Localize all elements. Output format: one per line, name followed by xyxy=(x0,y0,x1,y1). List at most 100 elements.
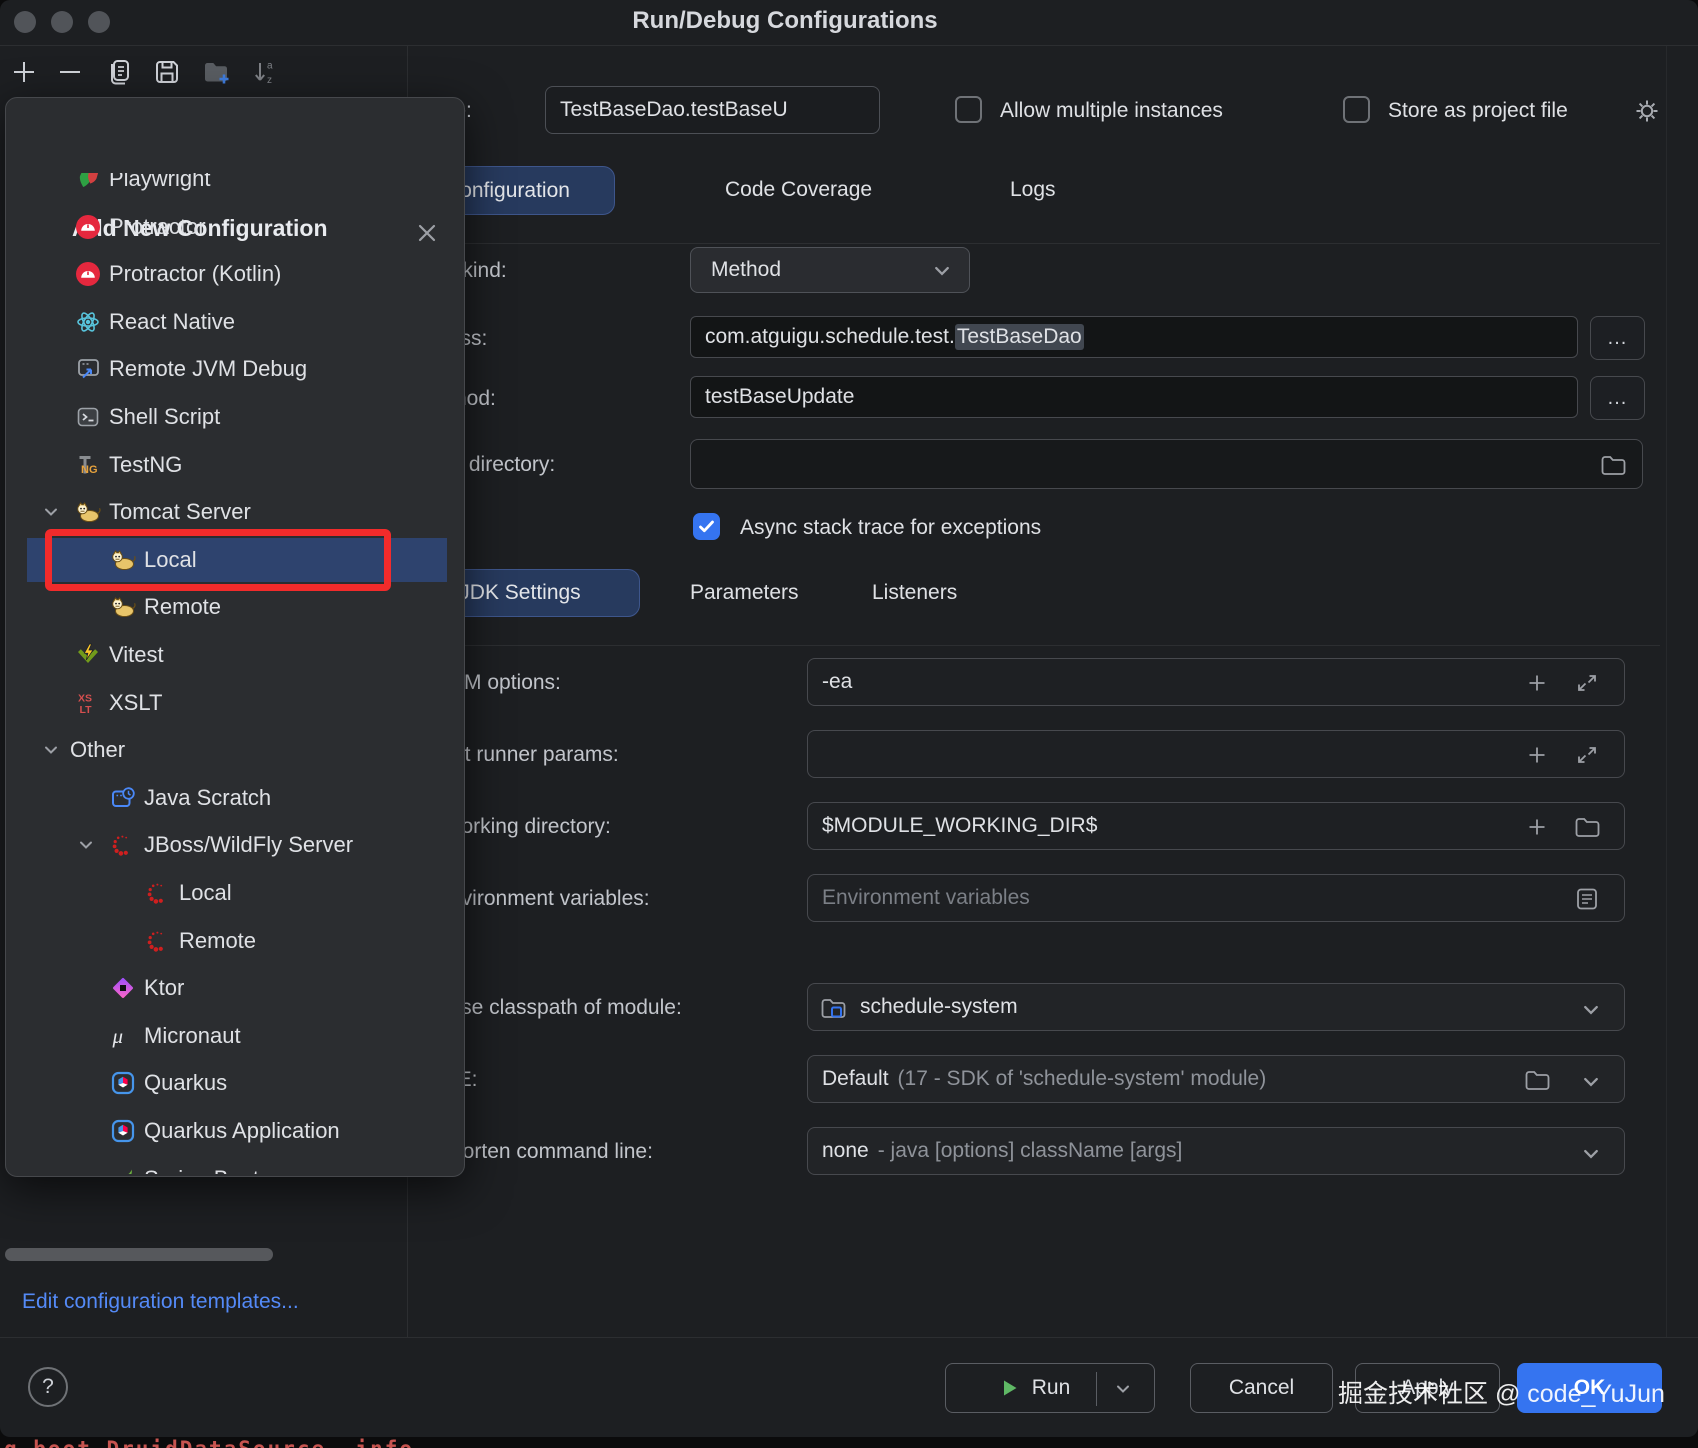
traffic-light-minimize-button[interactable] xyxy=(51,11,73,33)
tab-parameters[interactable]: Parameters xyxy=(690,581,799,605)
sidebar-item-label: Vitest xyxy=(109,642,164,667)
chevron-down-icon[interactable] xyxy=(73,832,99,858)
sidebar-item-spring-boot[interactable]: Spring Boot xyxy=(6,1157,464,1174)
sidebar-item-ktor[interactable]: Ktor xyxy=(6,966,464,1010)
testng-icon: NG xyxy=(75,452,101,478)
sidebar-item-label: Remote JVM Debug xyxy=(109,356,308,382)
working-directory-input[interactable]: $MODULE_WORKING_DIR$ xyxy=(807,802,1625,850)
list-icon[interactable] xyxy=(1572,884,1602,914)
name-input[interactable]: TestBaseDao.testBaseU xyxy=(545,86,880,134)
classpath-module-select[interactable]: schedule-system xyxy=(807,983,1625,1031)
svg-text:μ: μ xyxy=(112,1024,124,1048)
add-icon[interactable] xyxy=(1522,740,1552,770)
edit-configuration-templates-link[interactable]: Edit configuration templates... xyxy=(22,1290,299,1314)
tab-listeners[interactable]: Listeners xyxy=(872,581,957,605)
browse-class-button[interactable]: ... xyxy=(1590,316,1645,360)
sidebar-item-protractor[interactable]: Protractor xyxy=(6,205,464,249)
add-new-configuration-popup: Add New Configuration Playwright Protract… xyxy=(5,97,465,1177)
cancel-button[interactable]: Cancel xyxy=(1190,1363,1333,1413)
tab-code-coverage[interactable]: Code Coverage xyxy=(725,178,872,202)
run-button-divider xyxy=(1096,1372,1097,1406)
class-input[interactable]: com.atguigu.schedule.test. TestBaseDao xyxy=(690,316,1578,358)
shorten-command-line-select[interactable]: none - java [options] className [args] xyxy=(807,1127,1625,1175)
screen: g.boot.DruidDataSource -info Run/Debug C… xyxy=(0,0,1698,1448)
sidebar-item-local[interactable]: Local xyxy=(6,871,464,915)
sidebar-item-label: TestNG xyxy=(109,451,183,477)
sidebar-item-quarkus[interactable]: Quarkus xyxy=(6,1061,464,1105)
check-icon xyxy=(695,520,718,542)
sidebar-item-remote-jvm-debug[interactable]: Remote JVM Debug xyxy=(6,347,464,391)
sidebar-item-quarkus-application[interactable]: Quarkus Application xyxy=(6,1109,464,1153)
sidebar-item-label: Micronaut xyxy=(144,1022,241,1048)
save-configuration-icon[interactable] xyxy=(150,55,184,89)
sidebar-item-label: Quarkus Application xyxy=(144,1118,340,1143)
sidebar-item-tomcat-server[interactable]: Tomcat Server xyxy=(6,490,464,534)
chevron-down-icon xyxy=(927,256,957,286)
vm-options-input[interactable]: -ea xyxy=(807,658,1625,706)
sidebar-item-remote[interactable]: Remote xyxy=(6,585,464,629)
method-input[interactable]: testBaseUpdate xyxy=(690,376,1578,418)
spring-icon xyxy=(110,1166,136,1174)
sidebar-item-label: Ktor xyxy=(144,975,185,1001)
sidebar-item-protractor-kotlin[interactable]: Protractor (Kotlin) xyxy=(6,252,464,296)
tomcat-icon xyxy=(110,594,136,620)
svg-text:NG: NG xyxy=(81,464,98,476)
add-icon[interactable] xyxy=(1522,668,1552,698)
add-configuration-icon[interactable] xyxy=(7,55,41,89)
test-runner-params-input[interactable] xyxy=(807,730,1625,778)
environment-variables-input[interactable]: Environment variables xyxy=(807,874,1625,922)
copy-configuration-icon[interactable] xyxy=(103,55,137,89)
help-button[interactable]: ? xyxy=(28,1367,68,1407)
sidebar-item-react-native[interactable]: React Native xyxy=(6,300,464,344)
sidebar-item-playwright[interactable]: Playwright xyxy=(6,173,464,201)
horizontal-scrollbar[interactable] xyxy=(5,1248,273,1261)
sidebar-item-label: Protractor xyxy=(109,213,206,239)
expand-icon[interactable] xyxy=(1572,668,1602,698)
expand-icon[interactable] xyxy=(1572,740,1602,770)
chevron-down-icon xyxy=(1576,1067,1606,1097)
traffic-light-zoom-button[interactable] xyxy=(88,11,110,33)
folder-icon[interactable] xyxy=(1522,1065,1552,1095)
tab-logs[interactable]: Logs xyxy=(1010,178,1056,202)
remove-configuration-icon[interactable] xyxy=(53,55,87,89)
xslt-icon: XS LT xyxy=(75,690,101,716)
jboss-icon xyxy=(145,880,171,906)
sidebar-item-vitest[interactable]: Vitest xyxy=(6,633,464,677)
test-kind-select[interactable]: Method xyxy=(690,247,970,293)
sidebar-item-xslt[interactable]: XS LT XSLT xyxy=(6,681,464,725)
chevron-down-icon[interactable] xyxy=(1110,1376,1136,1402)
sidebar-item-other[interactable]: Other xyxy=(6,728,464,772)
chevron-down-icon[interactable] xyxy=(38,499,64,525)
playwright-icon xyxy=(75,173,101,192)
sort-alphabetically-icon[interactable]: az xyxy=(248,55,282,89)
micronaut-icon: μ xyxy=(110,1023,136,1049)
sidebar-item-testng[interactable]: NG TestNG xyxy=(6,443,464,487)
jre-select[interactable]: Default (17 - SDK of 'schedule-system' m… xyxy=(807,1055,1625,1103)
run-button[interactable]: Run xyxy=(945,1363,1155,1413)
protractor-icon xyxy=(75,214,101,240)
chevron-down-icon xyxy=(1576,1139,1606,1169)
new-folder-icon[interactable] xyxy=(199,55,233,89)
output-directory-input[interactable] xyxy=(690,439,1643,489)
gear-icon[interactable] xyxy=(1630,94,1664,128)
titlebar-divider xyxy=(0,45,1698,46)
sidebar-item-micronaut[interactable]: μ Micronaut xyxy=(6,1014,464,1058)
shell-icon xyxy=(75,404,101,430)
vm-options-label: VM options: xyxy=(450,671,561,694)
sidebar-item-remote[interactable]: Remote xyxy=(6,919,464,963)
allow-multiple-instances-checkbox[interactable] xyxy=(955,96,982,123)
sidebar-item-label: Protractor (Kotlin) xyxy=(109,261,282,287)
add-icon[interactable] xyxy=(1522,812,1552,842)
async-stack-trace-checkbox[interactable] xyxy=(693,513,720,540)
tomcat-icon xyxy=(75,499,101,525)
store-as-project-file-checkbox[interactable] xyxy=(1343,96,1370,123)
sidebar-item-shell-script[interactable]: Shell Script xyxy=(6,395,464,439)
chevron-down-icon[interactable] xyxy=(38,737,64,763)
sidebar-item-java-scratch[interactable]: Java Scratch xyxy=(6,776,464,820)
browse-method-button[interactable]: ... xyxy=(1590,376,1645,420)
traffic-light-close-button[interactable] xyxy=(14,11,36,33)
folder-icon[interactable] xyxy=(1572,812,1602,842)
sidebar-item-jboss-wildfly-server[interactable]: JBoss/WildFly Server xyxy=(6,823,464,867)
folder-icon[interactable] xyxy=(1598,450,1628,480)
selected-text: TestBaseDao xyxy=(954,324,1084,350)
